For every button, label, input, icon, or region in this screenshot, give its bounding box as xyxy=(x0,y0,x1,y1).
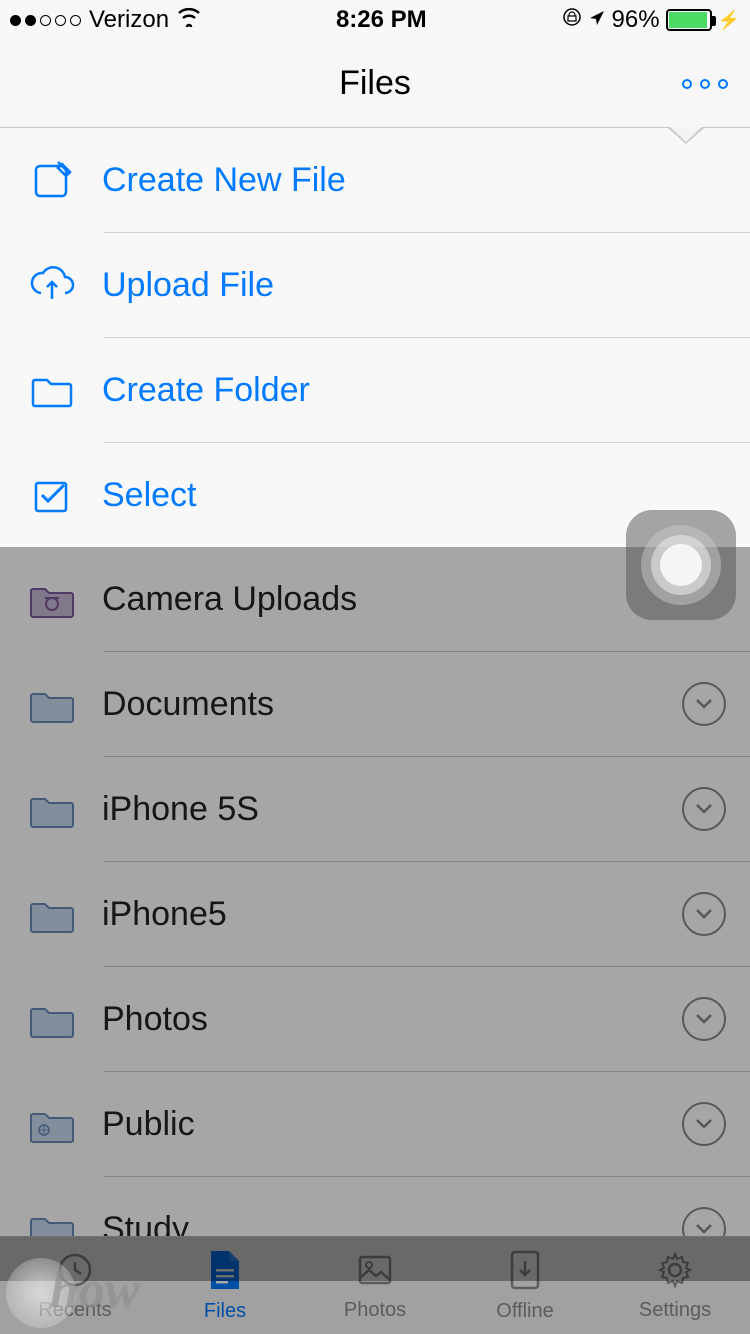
chevron-down-icon[interactable] xyxy=(682,1102,726,1146)
folder-label: Camera Uploads xyxy=(102,580,682,619)
wifi-icon xyxy=(177,6,201,34)
chevron-down-icon[interactable] xyxy=(682,892,726,936)
chevron-down-icon[interactable] xyxy=(682,682,726,726)
file-icon xyxy=(207,1249,243,1296)
carrier-label: Verizon xyxy=(89,6,169,34)
create-folder-icon xyxy=(24,370,80,410)
page-title: Files xyxy=(339,64,411,103)
menu-item-create-file[interactable]: Create New File xyxy=(0,128,750,232)
more-menu-button[interactable] xyxy=(682,79,728,89)
tab-offline[interactable]: Offline xyxy=(450,1237,600,1334)
watermark-text: how xyxy=(50,1261,140,1320)
folder-item-photos[interactable]: Photos xyxy=(0,967,750,1071)
folder-label: iPhone 5S xyxy=(102,790,682,829)
camera-folder-icon xyxy=(24,577,80,621)
chevron-down-icon[interactable] xyxy=(682,787,726,831)
folder-list: Camera Uploads Documents iPhone 5S iPhon… xyxy=(0,547,750,1281)
assistive-touch-button[interactable] xyxy=(626,510,736,620)
orientation-lock-icon xyxy=(562,6,582,34)
menu-item-label: Create Folder xyxy=(102,371,750,410)
menu-item-label: Create New File xyxy=(102,161,750,200)
chevron-down-icon[interactable] xyxy=(682,997,726,1041)
folder-label: Photos xyxy=(102,1000,682,1039)
folder-icon xyxy=(24,892,80,936)
tab-files[interactable]: Files xyxy=(150,1237,300,1334)
action-menu: Create New File Upload File Create Folde… xyxy=(0,128,750,547)
create-file-icon xyxy=(24,158,80,202)
menu-item-label: Select xyxy=(102,476,750,515)
tab-label: Settings xyxy=(639,1299,711,1322)
folder-icon xyxy=(24,682,80,726)
location-icon xyxy=(588,6,606,34)
public-folder-icon xyxy=(24,1102,80,1146)
folder-item-public[interactable]: Public xyxy=(0,1072,750,1176)
menu-item-upload[interactable]: Upload File xyxy=(0,233,750,337)
offline-icon xyxy=(508,1249,542,1296)
folder-item-iphone5s[interactable]: iPhone 5S xyxy=(0,757,750,861)
folder-label: iPhone5 xyxy=(102,895,682,934)
folder-icon xyxy=(24,997,80,1041)
photos-icon xyxy=(355,1250,395,1295)
menu-item-label: Upload File xyxy=(102,266,750,305)
folder-item-iphone5[interactable]: iPhone5 xyxy=(0,862,750,966)
menu-item-create-folder[interactable]: Create Folder xyxy=(0,338,750,442)
status-bar: Verizon 8:26 PM 96% ⚡ xyxy=(0,0,750,40)
status-time: 8:26 PM xyxy=(336,6,427,34)
folder-label: Public xyxy=(102,1105,682,1144)
charging-icon: ⚡ xyxy=(718,10,740,31)
battery-icon xyxy=(666,9,712,31)
tab-label: Offline xyxy=(496,1300,553,1323)
gear-icon xyxy=(655,1250,695,1295)
tab-label: Files xyxy=(204,1300,246,1323)
upload-icon xyxy=(24,265,80,305)
battery-percent: 96% xyxy=(612,6,660,34)
tab-photos[interactable]: Photos xyxy=(300,1237,450,1334)
folder-item-documents[interactable]: Documents xyxy=(0,652,750,756)
folder-label: Documents xyxy=(102,685,682,724)
nav-header: Files xyxy=(0,40,750,128)
signal-strength-icon xyxy=(10,15,81,26)
dropdown-arrow-icon xyxy=(668,128,704,144)
select-icon xyxy=(24,473,80,517)
folder-icon xyxy=(24,787,80,831)
tab-settings[interactable]: Settings xyxy=(600,1237,750,1334)
tab-label: Photos xyxy=(344,1299,406,1322)
